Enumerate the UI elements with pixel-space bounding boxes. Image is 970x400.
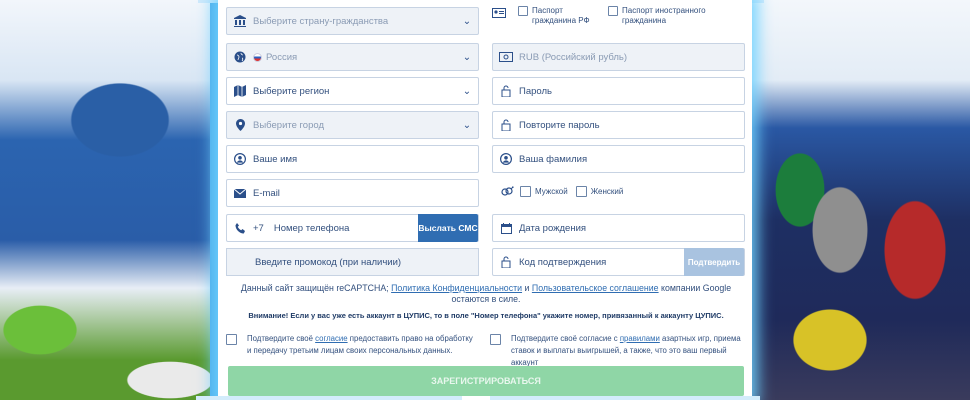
first-name-field[interactable]: Ваше имя	[226, 145, 479, 173]
region-placeholder: Выберите регион	[253, 85, 330, 97]
user-icon	[227, 146, 253, 172]
chevron-down-icon: ⌄	[462, 15, 472, 27]
phone-icon	[227, 215, 253, 241]
russia-flag-icon	[253, 52, 262, 62]
send-sms-button[interactable]: Выслать СМС	[418, 214, 478, 242]
last-name-placeholder: Ваша фамилия	[519, 153, 588, 165]
register-button[interactable]: ЗАРЕГИСТРИРОВАТЬСЯ	[228, 366, 744, 396]
user-icon	[493, 146, 519, 172]
birthdate-field[interactable]: Дата рождения	[492, 214, 745, 242]
consent-personal-data-checkbox[interactable]	[226, 334, 237, 345]
city-select[interactable]: Выберите город ⌄	[226, 111, 479, 139]
password-placeholder: Пароль	[519, 85, 552, 97]
map-icon	[227, 78, 253, 104]
phone-field[interactable]: +7 Номер телефона Выслать СМС	[226, 214, 479, 242]
lock-icon	[493, 78, 519, 104]
consent-personal-data: Подтвердите своё согласие предоставить п…	[226, 333, 476, 357]
passport-foreign-option[interactable]: Паспорт иностранного гражданина	[608, 6, 706, 26]
lock-icon	[493, 249, 519, 275]
passport-rf-checkbox[interactable]	[518, 6, 528, 16]
gender-icon	[500, 186, 514, 201]
email-field[interactable]: E-mail	[226, 179, 479, 207]
gender-male-checkbox[interactable]	[520, 186, 531, 197]
country-select[interactable]: Россия ⌄	[226, 43, 479, 71]
money-icon	[493, 44, 519, 70]
chevron-down-icon: ⌄	[462, 51, 472, 63]
confirmation-code-field[interactable]: Код подтверждения Подтвердить	[492, 248, 745, 276]
promo-code-placeholder: Введите промокод (при наличии)	[255, 256, 402, 268]
country-value: Россия	[266, 51, 298, 63]
bottom-edge-right	[490, 396, 760, 400]
registration-form: Выберите страну-гражданства ⌄ Паспорт гр…	[218, 0, 752, 400]
background-art-left	[0, 0, 230, 400]
currency-value: RUB (Российский рубль)	[519, 51, 628, 63]
confirm-code-button[interactable]: Подтвердить	[684, 248, 744, 276]
chevron-down-icon: ⌄	[462, 119, 472, 131]
bottom-edge-left	[196, 396, 462, 400]
recaptcha-text-1: Данный сайт защищён reCAPTCHA;	[240, 283, 389, 293]
first-name-placeholder: Ваше имя	[253, 153, 298, 165]
phone-prefix: +7	[253, 222, 264, 234]
repeat-password-field[interactable]: Повторите пароль	[492, 111, 745, 139]
gender-female-label: Женский	[590, 187, 624, 196]
passport-rf-option[interactable]: Паспорт гражданина РФ	[518, 6, 592, 26]
calendar-icon	[493, 215, 519, 241]
consent-rules-text: Подтвердите своё согласие с правилами аз…	[511, 333, 745, 369]
passport-foreign-checkbox[interactable]	[608, 6, 618, 16]
citizenship-placeholder: Выберите страну-гражданства	[253, 15, 389, 27]
email-placeholder: E-mail	[253, 187, 280, 199]
passport-rf-label: Паспорт гражданина РФ	[532, 6, 590, 25]
passport-type-group: Паспорт гражданина РФ Паспорт иностранно…	[518, 6, 706, 26]
consent-personal-data-text: Подтвердите своё согласие предоставить п…	[247, 333, 476, 357]
passport-foreign-label: Паспорт иностранного гражданина	[622, 6, 706, 25]
gender-group: Мужской Женский	[520, 186, 623, 197]
privacy-policy-link[interactable]: Политика Конфиденциальности	[391, 283, 522, 293]
consent-rules-checkbox[interactable]	[490, 334, 501, 345]
chevron-down-icon: ⌄	[462, 85, 472, 97]
region-select[interactable]: Выберите регион ⌄	[226, 77, 479, 105]
gender-female-checkbox[interactable]	[575, 186, 587, 197]
background-art-right	[740, 0, 970, 400]
bank-icon	[227, 8, 253, 34]
lock-icon	[493, 112, 519, 138]
recaptcha-notice: Данный сайт защищён reCAPTCHA; Политика …	[226, 283, 746, 305]
citizenship-select[interactable]: Выберите страну-гражданства ⌄	[226, 7, 479, 35]
consent1-prefix: Подтвердите своё	[247, 334, 313, 343]
envelope-icon	[227, 180, 253, 206]
consent-rules: Подтвердите своё согласие с правилами аз…	[490, 333, 745, 369]
consent2-prefix: Подтвердите своё согласие с	[511, 334, 618, 343]
terms-link[interactable]: Пользовательское соглашение	[532, 283, 659, 293]
promo-code-field[interactable]: Введите промокод (при наличии)	[226, 248, 479, 276]
globe-icon	[227, 44, 253, 70]
password-field[interactable]: Пароль	[492, 77, 745, 105]
repeat-password-placeholder: Повторите пароль	[519, 119, 600, 131]
consent-link[interactable]: согласие	[315, 334, 347, 343]
last-name-field[interactable]: Ваша фамилия	[492, 145, 745, 173]
cupis-warning: Внимание! Если у вас уже есть аккаунт в …	[248, 311, 724, 320]
map-pin-icon	[227, 112, 253, 138]
recaptcha-and: и	[524, 283, 530, 293]
city-placeholder: Выберите город	[253, 119, 324, 131]
birthdate-placeholder: Дата рождения	[519, 222, 587, 234]
rules-link[interactable]: правилами	[620, 334, 660, 343]
gender-male-label: Мужской	[535, 187, 568, 196]
passport-id-icon	[492, 8, 506, 21]
currency-select[interactable]: RUB (Российский рубль)	[492, 43, 745, 71]
